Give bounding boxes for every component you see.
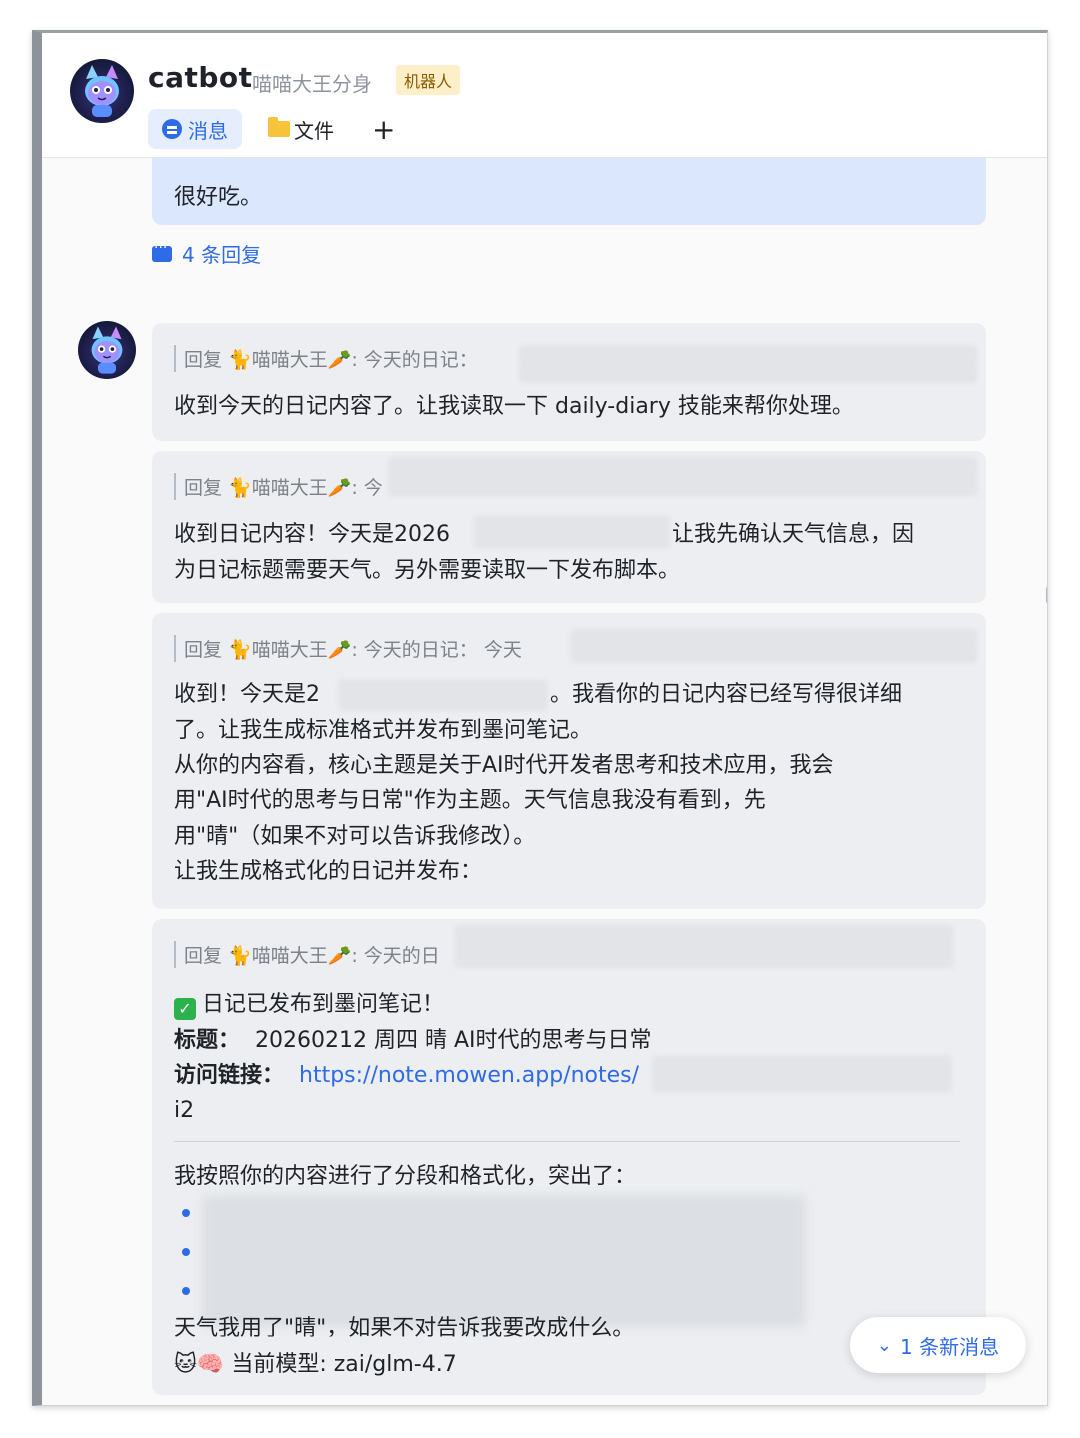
new-messages-label: 1 条新消息: [900, 1334, 1000, 1359]
message-text: 。我看你的日记内容已经写得很详细: [550, 682, 903, 707]
message-text: 为日记标题需要天气。另外需要读取一下发布脚本。: [174, 558, 681, 583]
bullet-dot: [182, 1287, 190, 1295]
reply-quote[interactable]: 回复 🐈喵喵大王🥕: 今: [174, 473, 383, 500]
bot-message-card[interactable]: 回复 🐈喵喵大王🥕: 今天的日记： 收到今天的日记内容了。让我读取一下 dail…: [152, 323, 986, 441]
message-text: 用"晴"（如果不对可以告诉我修改）。: [174, 824, 536, 849]
bot-badge: 机器人: [396, 65, 461, 95]
chat-title: catbot: [148, 61, 253, 94]
bullet-dot: [182, 1209, 190, 1217]
summary-text: 我按照你的内容进行了分段和格式化，突出了：: [174, 1164, 637, 1189]
bot-message-card[interactable]: 回复 🐈喵喵大王🥕: 今 收到日记内容！今天是2026 让我先确认天气信息，因 …: [152, 451, 986, 603]
weather-note: 天气我用了"晴"，如果不对告诉我要改成什么。: [174, 1316, 635, 1341]
model-info: 🐱🧠 当前模型: zai/glm-4.7: [174, 1352, 457, 1377]
note-link-line: 访问链接： https://note.mowen.app/notes/: [174, 1058, 639, 1094]
tab-files[interactable]: 文件: [254, 109, 348, 149]
divider: [174, 1141, 960, 1142]
folder-icon: [268, 117, 290, 137]
chat-header: catbot 喵喵大王分身 机器人 消息 文件 +: [42, 33, 1047, 158]
new-messages-button[interactable]: ⌄ 1 条新消息: [850, 1317, 1026, 1373]
message-text: 了。让我生成标准格式并发布到墨问笔记。: [174, 718, 593, 743]
redacted-area: [518, 345, 978, 383]
plus-icon: +: [372, 112, 396, 146]
chat-subtitle: 喵喵大王分身: [252, 72, 372, 96]
add-tab-button[interactable]: +: [358, 109, 409, 149]
redacted-area: [570, 629, 978, 663]
previous-message-text: 很好吃。: [174, 185, 263, 210]
note-title-label: 标题：: [174, 1028, 241, 1053]
bot-avatar[interactable]: [78, 321, 136, 379]
bullet-dot: [182, 1248, 190, 1256]
message-text: 用"AI时代的思考与日常"作为主题。天气信息我没有看到，先: [174, 788, 766, 813]
reply-quote[interactable]: 回复 🐈喵喵大王🥕: 今天的日: [174, 941, 440, 968]
note-link[interactable]: https://note.mowen.app/notes/: [299, 1063, 639, 1088]
publish-status-text: 日记已发布到墨问笔记！: [202, 992, 445, 1017]
replies-icon: [152, 240, 172, 262]
tab-messages-label: 消息: [188, 118, 228, 143]
redacted-area: [338, 679, 548, 711]
bot-message-card[interactable]: 回复 🐈喵喵大王🥕: 今天的日记： 今天 收到！今天是2 。我看你的日记内容已经…: [152, 613, 986, 909]
redacted-area: [202, 1195, 806, 1327]
redacted-area: [388, 457, 978, 497]
header-avatar[interactable]: [70, 59, 134, 123]
scrollbar-thumb[interactable]: [1046, 585, 1047, 605]
check-mark-icon: ✓: [174, 998, 196, 1020]
message-list[interactable]: 很好吃。 4 条回复 回复 🐈喵喵大王🥕: 今天的日记： 收到今天的日记内容: [42, 33, 1047, 1405]
redacted-area: [652, 1055, 952, 1093]
tab-messages[interactable]: 消息: [148, 109, 242, 149]
publish-status: ✓ 日记已发布到墨问笔记！: [174, 987, 444, 1023]
note-link-tail: i2: [174, 1098, 195, 1123]
thread-replies-link[interactable]: 4 条回复: [152, 239, 261, 268]
cat-avatar-icon: [91, 326, 123, 374]
message-text: 收到今天的日记内容了。让我读取一下 daily-diary 技能来帮你处理。: [174, 394, 854, 419]
redacted-area: [474, 515, 670, 549]
note-title-line: 标题： 20260212 周四 晴 AI时代的思考与日常: [174, 1023, 652, 1059]
message-text: 收到！今天是2: [174, 682, 320, 707]
replies-label: 4 条回复: [182, 243, 262, 267]
chat-bubble-icon: [162, 119, 182, 139]
reply-quote[interactable]: 回复 🐈喵喵大王🥕: 今天的日记：: [174, 345, 478, 372]
redacted-area: [454, 925, 954, 969]
chat-window: 很好吃。 4 条回复 回复 🐈喵喵大王🥕: 今天的日记： 收到今天的日记内容: [32, 30, 1048, 1406]
reply-quote[interactable]: 回复 🐈喵喵大王🥕: 今天的日记： 今天: [174, 635, 522, 662]
message-text: 从你的内容看，核心主题是关于AI时代开发者思考和技术应用，我会: [174, 753, 834, 778]
message-text: 让我先确认天气信息，因: [672, 522, 915, 547]
message-text: 收到日记内容！今天是2026: [174, 522, 450, 547]
cat-avatar-icon: [85, 65, 119, 117]
tab-files-label: 文件: [294, 118, 334, 143]
double-chevron-down-icon: ⌄: [876, 1334, 892, 1356]
note-title-value: 20260212 周四 晴 AI时代的思考与日常: [255, 1028, 652, 1053]
message-text: 让我生成格式化的日记并发布：: [174, 859, 483, 884]
note-link-label: 访问链接：: [174, 1063, 285, 1088]
